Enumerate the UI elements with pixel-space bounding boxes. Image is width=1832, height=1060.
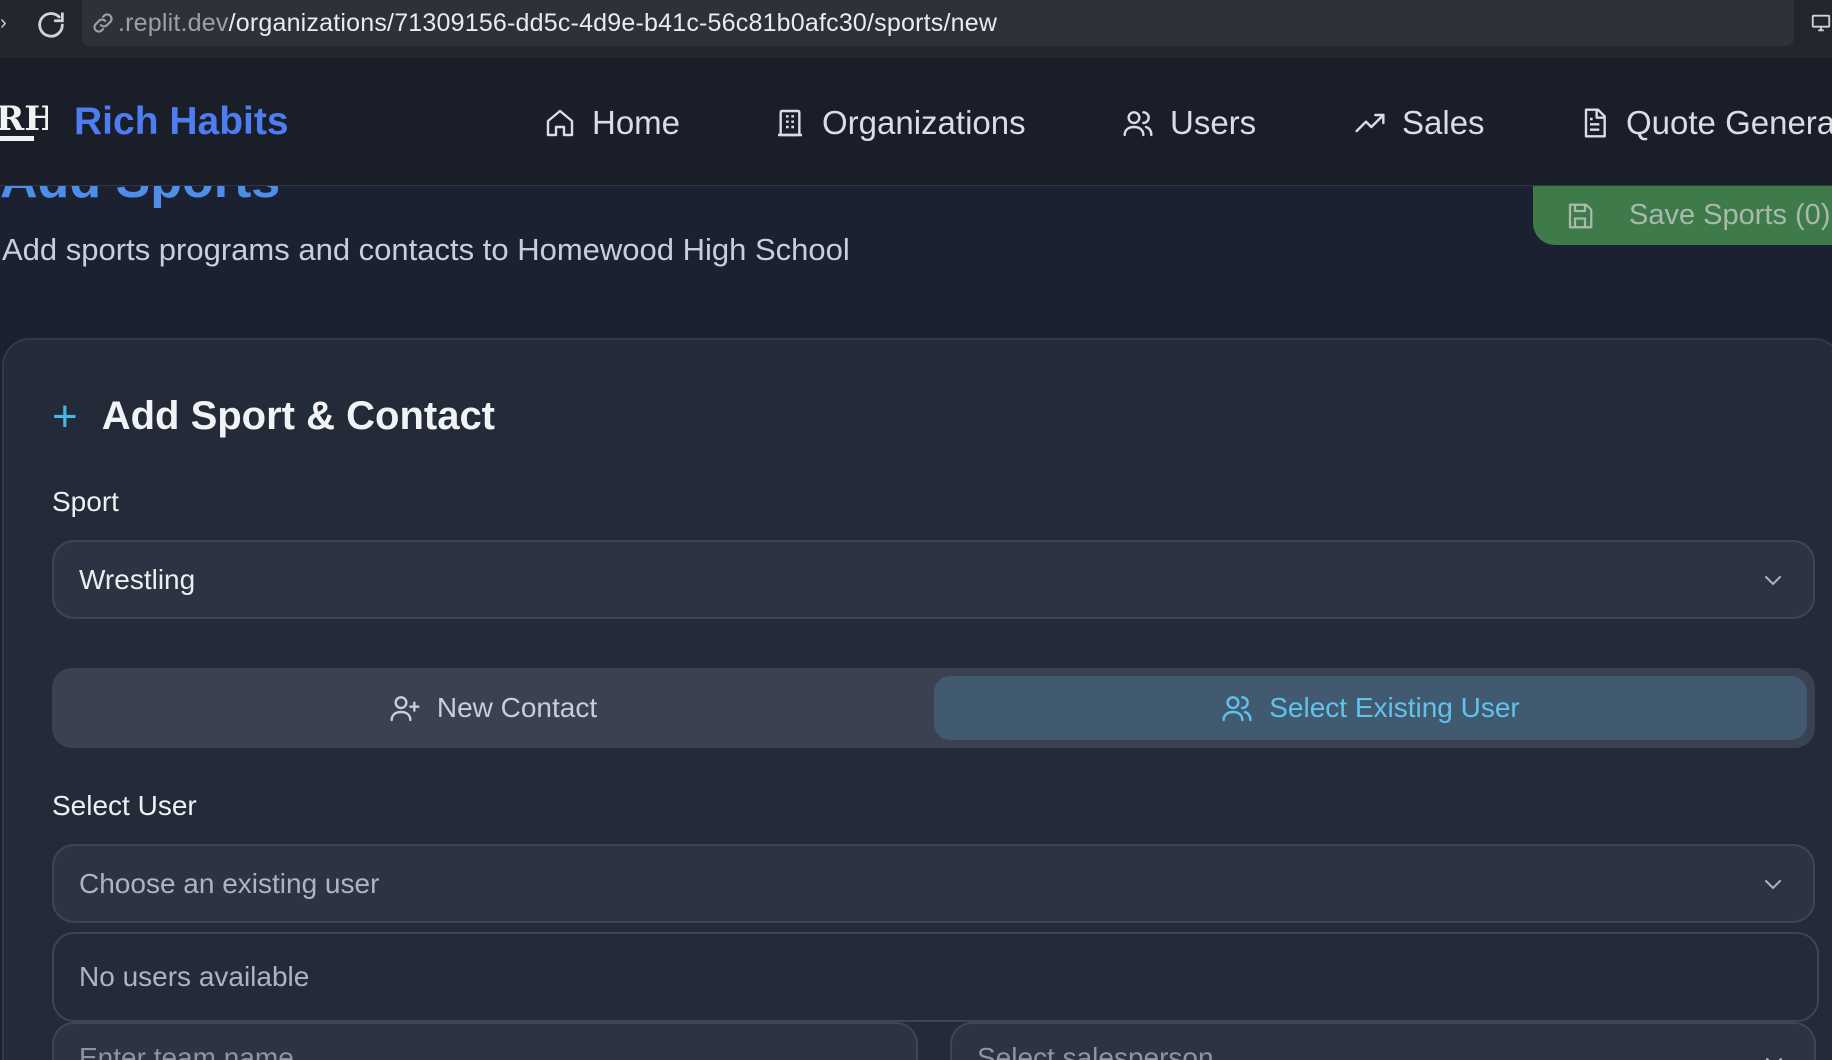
file-text-icon (1584, 108, 1606, 138)
url-domain: .replit.dev (118, 9, 229, 37)
select-user-dropdown[interactable]: Choose an existing user (52, 844, 1815, 923)
nav-organizations-label: Organizations (822, 104, 1026, 141)
sport-label: Sport (52, 486, 119, 517)
nav-sales[interactable]: Sales (1354, 100, 1485, 146)
select-user-placeholder: Choose an existing user (79, 867, 380, 899)
users-icon (1123, 111, 1153, 137)
nav-quote-generator-label: Quote Genera (1626, 104, 1832, 141)
page-subtitle: Add sports programs and contacts to Home… (2, 232, 850, 267)
link-icon (93, 13, 113, 33)
tab-new-contact-label: New Contact (436, 692, 598, 723)
nav-sales-label: Sales (1402, 104, 1485, 141)
team-name-placeholder: Enter team name (79, 1042, 294, 1060)
app-header: RH Rich Habits Home Organizations Users … (0, 58, 1832, 186)
svg-text:RH: RH (0, 99, 48, 139)
rich-habits-logo[interactable]: RH (0, 92, 48, 152)
trending-up-icon (1355, 113, 1385, 133)
salesperson-select[interactable]: Select salesperson (950, 1022, 1816, 1060)
sport-select[interactable]: Wrestling (52, 540, 1815, 619)
nav-quote-generator[interactable]: Quote Genera (1578, 100, 1832, 146)
users-icon (1222, 696, 1252, 722)
nav-users-label: Users (1170, 104, 1257, 141)
nav-users[interactable]: Users (1122, 100, 1256, 146)
tab-select-existing-user[interactable]: Select Existing User (934, 676, 1807, 740)
building-icon (778, 109, 802, 137)
salesperson-placeholder: Select salesperson (977, 1042, 1214, 1060)
url-text: .replit.dev/organizations/71309156-dd5c-… (118, 9, 997, 38)
url-path: /organizations/71309156-dd5c-4d9e-b41c-5… (228, 9, 998, 37)
chevron-down-icon (1766, 1058, 1782, 1060)
tab-select-existing-user-label: Select Existing User (1269, 692, 1520, 723)
save-icon (1568, 203, 1593, 228)
save-sports-button[interactable]: Save Sports (0) (1533, 186, 1832, 245)
screen-share-icon[interactable] (1810, 10, 1832, 36)
brand-name[interactable]: Rich Habits (74, 100, 289, 144)
reload-icon[interactable] (34, 8, 68, 42)
user-plus-icon (390, 696, 420, 722)
save-sports-label: Save Sports (0) (1629, 199, 1831, 231)
nav-organizations[interactable]: Organizations (774, 100, 1026, 146)
contact-mode-toggle: New Contact Select Existing User (52, 668, 1815, 748)
address-bar[interactable]: .replit.dev/organizations/71309156-dd5c-… (82, 0, 1794, 46)
card-title-text: Add Sport & Contact (101, 394, 496, 438)
browser-bar: › .replit.dev/organizations/71309156-dd5… (0, 0, 1832, 58)
select-user-label: Select User (52, 790, 197, 821)
nav-home[interactable]: Home (544, 100, 680, 146)
chevron-down-icon (1765, 576, 1781, 586)
plus-icon: + (52, 391, 78, 441)
team-name-input[interactable]: Enter team name (52, 1022, 918, 1060)
home-icon (546, 109, 574, 137)
sport-select-value: Wrestling (79, 563, 196, 595)
chevron-down-icon (1765, 880, 1781, 890)
card-title: + Add Sport & Contact (52, 394, 495, 439)
no-users-text: No users available (79, 961, 310, 992)
back-arrow-icon[interactable]: › (0, 12, 10, 36)
tab-new-contact[interactable]: New Contact (52, 676, 934, 740)
user-options-list: No users available (52, 932, 1819, 1022)
nav-home-label: Home (592, 104, 681, 141)
